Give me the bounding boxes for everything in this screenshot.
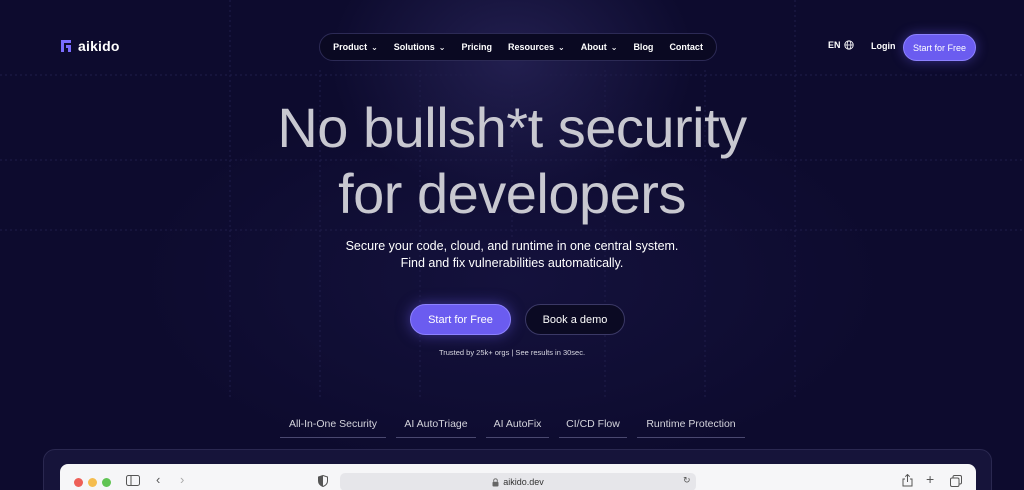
url-text: aikido.dev xyxy=(503,477,544,487)
nav-item-contact[interactable]: Contact xyxy=(669,42,703,52)
nav-item-label: Product xyxy=(333,42,368,52)
chevron-down-icon: ⌄ xyxy=(558,42,565,52)
back-icon: ‹ xyxy=(156,472,161,487)
nav-item-product[interactable]: Product ⌄ xyxy=(333,42,378,52)
minimize-dot-icon xyxy=(88,478,97,487)
url-bar[interactable]: aikido.dev xyxy=(340,473,696,490)
hero-title-line1: No bullsh*t security xyxy=(277,96,747,159)
language-label: EN xyxy=(828,40,841,50)
tab-runtime-protection[interactable]: Runtime Protection xyxy=(637,410,745,438)
tab-ai-autotriage[interactable]: AI AutoTriage xyxy=(396,410,476,438)
forward-icon: › xyxy=(180,472,185,487)
hero-subtitle-line1: Secure your code, cloud, and runtime in … xyxy=(345,239,679,253)
nav-item-resources[interactable]: Resources ⌄ xyxy=(508,42,565,52)
plus-icon: + xyxy=(926,471,935,487)
chevron-down-icon: ⌄ xyxy=(438,42,446,52)
brand-name: aikido xyxy=(78,38,120,54)
hero-title: No bullsh*t security for developers xyxy=(0,95,1024,227)
aikido-logo-icon xyxy=(61,40,71,52)
brand-logo[interactable]: aikido xyxy=(60,38,120,54)
close-dot-icon xyxy=(74,478,83,487)
lock-icon xyxy=(492,477,499,486)
tab-cicd-flow[interactable]: CI/CD Flow xyxy=(559,410,627,438)
chevron-down-icon: ⌄ xyxy=(371,42,378,52)
nav-item-label: Contact xyxy=(669,42,703,52)
feature-tabs: All-In-One Security AI AutoTriage AI Aut… xyxy=(0,410,1024,438)
nav-item-pricing[interactable]: Pricing xyxy=(461,42,492,52)
tabs-icon xyxy=(950,475,962,487)
login-link[interactable]: Login xyxy=(871,41,896,51)
globe-icon xyxy=(843,40,854,50)
nav-item-label: Blog xyxy=(633,42,654,52)
nav-start-free-button[interactable]: Start for Free xyxy=(903,34,976,61)
hero-subtitle-line2: Find and fix vulnerabilities automatical… xyxy=(400,256,624,270)
maximize-dot-icon xyxy=(102,478,111,487)
language-selector[interactable]: EN xyxy=(828,40,854,50)
shield-icon xyxy=(318,475,328,487)
nav-item-solutions[interactable]: Solutions ⌄ xyxy=(394,42,446,52)
tab-ai-autofix[interactable]: AI AutoFix xyxy=(486,410,549,438)
nav-item-label: About xyxy=(580,42,607,52)
nav-item-label: Solutions xyxy=(393,42,435,52)
hero-title-line2: for developers xyxy=(338,162,686,225)
tab-all-in-one-security[interactable]: All-In-One Security xyxy=(280,410,386,438)
share-icon xyxy=(902,474,913,487)
hero-start-free-button[interactable]: Start for Free xyxy=(410,304,511,335)
sidebar-icon xyxy=(126,475,140,486)
nav-item-label: Resources xyxy=(508,42,555,52)
hero-subtitle: Secure your code, cloud, and runtime in … xyxy=(0,238,1024,272)
chevron-down-icon: ⌄ xyxy=(610,42,618,52)
trusted-note: Trusted by 25k+ orgs | See results in 30… xyxy=(438,348,586,357)
nav-item-blog[interactable]: Blog xyxy=(633,42,653,52)
main-nav: Product ⌄ Solutions ⌄ Pricing Resources … xyxy=(319,33,717,61)
reload-icon[interactable]: ↻ xyxy=(683,475,691,486)
nav-item-about[interactable]: About ⌄ xyxy=(581,42,618,52)
book-demo-button[interactable]: Book a demo xyxy=(525,304,625,335)
nav-item-label: Pricing xyxy=(461,42,492,52)
